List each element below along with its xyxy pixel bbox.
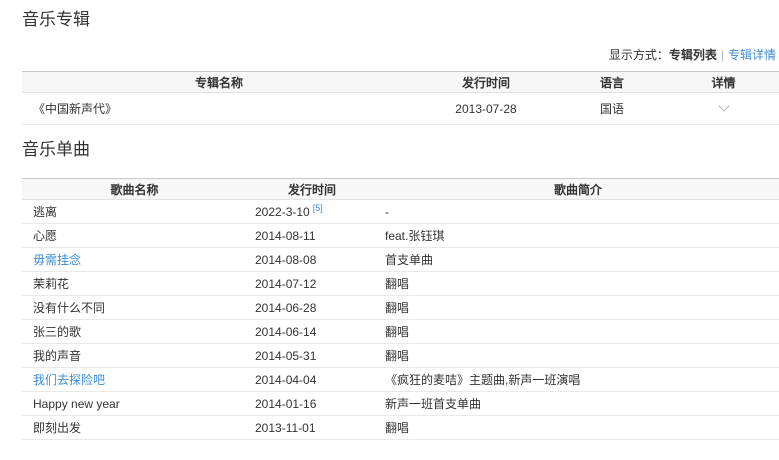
song-name-cell: 茉莉花 bbox=[22, 272, 247, 296]
song-name: 心愿 bbox=[33, 229, 57, 243]
song-release-date-text: 2014-06-14 bbox=[255, 325, 316, 339]
song-name-cell: 即刻出发 bbox=[22, 416, 247, 440]
song-intro: 新声一班首支单曲 bbox=[377, 392, 779, 416]
song-release-date-text: 2014-08-08 bbox=[255, 253, 316, 267]
song-name: 逃离 bbox=[33, 205, 57, 219]
singles-table-body: 逃离2022-3-10[5]-心愿2014-08-11feat.张钰琪毋需挂念2… bbox=[22, 200, 779, 440]
song-row: 即刻出发 2013-11-01 翻唱 bbox=[22, 416, 779, 440]
song-release-date: 2014-01-16 bbox=[247, 392, 377, 416]
albums-header-name: 专辑名称 bbox=[22, 72, 416, 93]
song-name-cell: 心愿 bbox=[22, 224, 247, 248]
album-release-date: 2013-07-28 bbox=[416, 93, 556, 125]
song-release-date-text: 2013-11-01 bbox=[255, 421, 316, 435]
song-name-cell: Happy new year bbox=[22, 392, 247, 416]
singles-table: 歌曲名称 发行时间 歌曲简介 逃离2022-3-10[5]-心愿2014-08-… bbox=[22, 178, 779, 440]
albums-header-date: 发行时间 bbox=[416, 72, 556, 93]
album-detail-cell bbox=[668, 93, 779, 125]
song-release-date-text: 2014-06-28 bbox=[255, 301, 316, 315]
song-name-cell: 我的声音 bbox=[22, 344, 247, 368]
song-release-date-text: 2014-04-04 bbox=[255, 373, 316, 387]
song-row: 心愿 2014-08-11 feat.张钰琪 bbox=[22, 224, 779, 248]
song-name: 茉莉花 bbox=[33, 277, 69, 291]
singles-header-name: 歌曲名称 bbox=[22, 179, 247, 200]
song-name-cell: 我们去探险吧 bbox=[22, 368, 247, 392]
song-intro: 首支单曲 bbox=[377, 248, 779, 272]
singles-header-date: 发行时间 bbox=[247, 179, 377, 200]
display-mode-switcher: 显示方式：专辑列表 | 专辑详情 bbox=[22, 48, 779, 62]
albums-header-language: 语言 bbox=[556, 72, 668, 93]
song-intro: 《疯狂的麦咭》主题曲,新声一班演唱 bbox=[377, 368, 779, 392]
display-mode-album-detail-link[interactable]: 专辑详情 bbox=[728, 48, 776, 62]
song-row: 毋需挂念 2014-08-08 首支单曲 bbox=[22, 248, 779, 272]
song-release-date: 2014-06-14 bbox=[247, 320, 377, 344]
song-release-date: 2022-3-10[5] bbox=[247, 200, 377, 224]
song-release-date-text: 2022-3-10 bbox=[255, 205, 310, 219]
display-mode-label: 显示方式： bbox=[609, 48, 669, 62]
song-name: 张三的歌 bbox=[33, 325, 81, 339]
song-intro: feat.张钰琪 bbox=[377, 224, 779, 248]
song-row: 我的声音 2014-05-31 翻唱 bbox=[22, 344, 779, 368]
song-name: 即刻出发 bbox=[33, 421, 81, 435]
song-release-date: 2014-08-08 bbox=[247, 248, 377, 272]
song-row: 茉莉花 2014-07-12 翻唱 bbox=[22, 272, 779, 296]
song-row: Happy new year 2014-01-16 新声一班首支单曲 bbox=[22, 392, 779, 416]
albums-table-body: 《中国新声代》2013-07-28国语 bbox=[22, 93, 779, 125]
page: 音乐专辑 显示方式：专辑列表 | 专辑详情 专辑名称 发行时间 语言 详情 《中国新… bbox=[0, 0, 779, 440]
song-release-date: 2014-06-28 bbox=[247, 296, 377, 320]
song-name: 我的声音 bbox=[33, 349, 81, 363]
display-mode-album-list-option[interactable]: 专辑列表 bbox=[669, 48, 717, 62]
song-intro: 翻唱 bbox=[377, 320, 779, 344]
song-name-link[interactable]: 我们去探险吧 bbox=[33, 373, 105, 387]
song-row: 逃离2022-3-10[5]- bbox=[22, 200, 779, 224]
song-release-date-text: 2014-05-31 bbox=[255, 349, 316, 363]
section-title-albums: 音乐专辑 bbox=[22, 10, 779, 30]
singles-table-header-row: 歌曲名称 发行时间 歌曲简介 bbox=[22, 179, 779, 200]
albums-table: 专辑名称 发行时间 语言 详情 《中国新声代》2013-07-28国语 bbox=[22, 71, 779, 125]
song-name-cell: 没有什么不同 bbox=[22, 296, 247, 320]
singles-header-intro: 歌曲简介 bbox=[377, 179, 779, 200]
song-row: 没有什么不同 2014-06-28 翻唱 bbox=[22, 296, 779, 320]
song-release-date: 2014-07-12 bbox=[247, 272, 377, 296]
song-name-cell: 逃离 bbox=[22, 200, 247, 224]
display-mode-separator: | bbox=[721, 48, 724, 62]
song-row: 张三的歌 2014-06-14 翻唱 bbox=[22, 320, 779, 344]
albums-header-detail: 详情 bbox=[668, 72, 779, 93]
song-release-date-text: 2014-08-11 bbox=[255, 229, 316, 243]
song-release-date: 2014-05-31 bbox=[247, 344, 377, 368]
song-release-date-text: 2014-07-12 bbox=[255, 277, 316, 291]
song-release-date: 2013-11-01 bbox=[247, 416, 377, 440]
song-name-cell: 毋需挂念 bbox=[22, 248, 247, 272]
chevron-down-icon[interactable] bbox=[718, 100, 729, 111]
song-intro: 翻唱 bbox=[377, 296, 779, 320]
album-language: 国语 bbox=[556, 93, 668, 125]
song-intro: 翻唱 bbox=[377, 344, 779, 368]
song-name: 没有什么不同 bbox=[33, 301, 105, 315]
song-name-cell: 张三的歌 bbox=[22, 320, 247, 344]
song-intro: 翻唱 bbox=[377, 272, 779, 296]
albums-table-header-row: 专辑名称 发行时间 语言 详情 bbox=[22, 72, 779, 93]
song-release-date: 2014-08-11 bbox=[247, 224, 377, 248]
song-intro: - bbox=[377, 200, 779, 224]
album-row: 《中国新声代》2013-07-28国语 bbox=[22, 93, 779, 125]
song-intro: 翻唱 bbox=[377, 416, 779, 440]
song-name-link[interactable]: 毋需挂念 bbox=[33, 253, 81, 267]
album-name-cell: 《中国新声代》 bbox=[22, 93, 416, 125]
section-title-singles: 音乐单曲 bbox=[22, 140, 779, 160]
song-release-date: 2014-04-04 bbox=[247, 368, 377, 392]
song-name: Happy new year bbox=[33, 397, 120, 411]
reference-link[interactable]: [5] bbox=[313, 203, 323, 213]
song-release-date-text: 2014-01-16 bbox=[255, 397, 316, 411]
song-row: 我们去探险吧 2014-04-04 《疯狂的麦咭》主题曲,新声一班演唱 bbox=[22, 368, 779, 392]
